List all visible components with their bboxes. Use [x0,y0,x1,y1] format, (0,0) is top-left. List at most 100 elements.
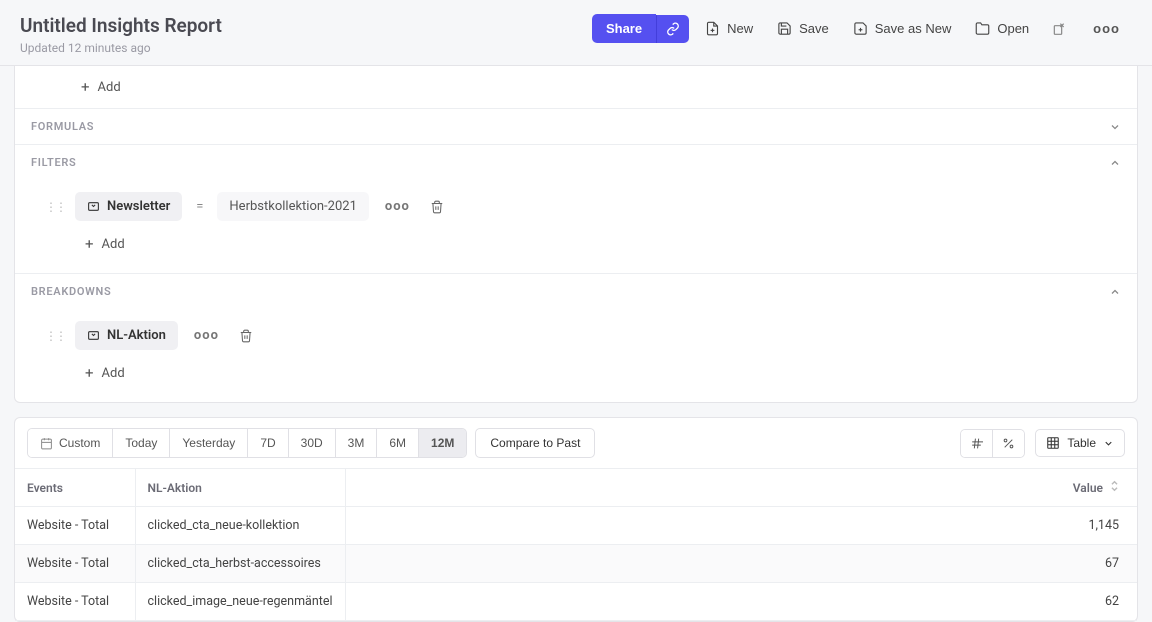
breakdown-delete-button[interactable] [235,325,257,347]
breakdowns-section-header[interactable]: Breakdowns [15,273,1137,309]
view-controls: Table [960,429,1125,458]
top-bar-left: Untitled Insights Report Updated 12 minu… [20,14,222,55]
reset-button[interactable] [1045,15,1073,43]
drag-handle-icon[interactable]: ⋮⋮ [45,200,65,214]
save-button[interactable]: Save [769,15,837,42]
yesterday-button[interactable]: Yesterday [170,429,248,457]
new-button[interactable]: New [697,15,761,42]
add-breakdown-row[interactable]: + Add [45,356,1121,390]
column-header-events[interactable]: Events [15,469,135,507]
filters-section-header[interactable]: Filters [15,144,1137,180]
query-panel: + Add Formulas Filters ⋮⋮ Newsletter = H… [14,66,1138,403]
more-menu-button[interactable]: ooo [1081,15,1132,42]
top-bar: Untitled Insights Report Updated 12 minu… [0,0,1152,66]
thirty-d-button[interactable]: 30D [289,429,336,457]
breakdown-row: ⋮⋮ NL-Aktion ooo [45,315,1121,356]
percent-icon [1002,437,1015,450]
results-table: Events NL-Aktion Value Website - Total c… [15,469,1137,621]
chevron-down-icon[interactable] [1109,121,1121,133]
value-label: Value [1073,481,1103,495]
drag-handle-icon[interactable]: ⋮⋮ [45,329,65,343]
page-title[interactable]: Untitled Insights Report [20,14,222,37]
add-filter-row[interactable]: + Add [45,227,1121,261]
breakdown-property-pill[interactable]: NL-Aktion [75,321,178,350]
results-toolbar: Custom Today Yesterday 7D 30D 3M 6M 12M … [15,418,1137,469]
time-segmented-control: Custom Today Yesterday 7D 30D 3M 6M 12M [27,428,467,458]
filter-row: ⋮⋮ Newsletter = Herbstkollektion-2021 oo… [45,186,1121,227]
chevron-down-icon [1103,438,1114,449]
cell-event: Website - Total [15,583,135,621]
hash-icon [970,437,983,450]
filter-more-menu[interactable]: ooo [379,195,416,218]
plus-icon: + [85,235,94,253]
trash-icon [239,329,253,343]
table-row[interactable]: Website - Total clicked_cta_neue-kollekt… [15,507,1137,545]
cell-event: Website - Total [15,545,135,583]
breakdowns-section-body: ⋮⋮ NL-Aktion ooo + Add [15,309,1137,402]
save-as-new-label: Save as New [875,21,952,36]
percent-format-button[interactable] [993,430,1024,457]
share-button[interactable]: Share [592,14,656,43]
save-label: Save [799,21,829,36]
filter-property-pill[interactable]: Newsletter [75,192,182,221]
view-type-label: Table [1067,436,1096,450]
cell-value: 1,145 [345,507,1137,545]
filter-operator[interactable]: = [192,199,207,214]
three-m-button[interactable]: 3M [336,429,378,457]
tag-icon [87,200,100,213]
column-header-value[interactable]: Value [345,469,1137,507]
twelve-m-button[interactable]: 12M [419,429,466,457]
results-panel: Custom Today Yesterday 7D 30D 3M 6M 12M … [14,417,1138,622]
table-icon [1046,436,1060,450]
trash-icon [430,200,444,214]
column-header-nl-aktion[interactable]: NL-Aktion [135,469,345,507]
add-label: Add [98,80,121,95]
copy-link-button[interactable] [656,15,689,43]
open-label: Open [997,21,1029,36]
table-row[interactable]: Website - Total clicked_image_neue-regen… [15,583,1137,621]
plus-icon: + [85,364,94,382]
reset-icon [1051,21,1067,37]
updated-time: Updated 12 minutes ago [20,41,222,55]
formulas-title: Formulas [31,120,94,133]
save-new-icon [853,21,868,36]
plus-icon: + [81,78,90,96]
filter-property-label: Newsletter [107,199,170,214]
link-icon [666,22,680,36]
breakdown-more-menu[interactable]: ooo [188,324,225,347]
calendar-icon [40,437,53,450]
share-group: Share [592,14,689,43]
chevron-up-icon[interactable] [1109,286,1121,298]
cell-value: 62 [345,583,1137,621]
today-button[interactable]: Today [113,429,170,457]
filter-delete-button[interactable] [426,196,448,218]
custom-range-button[interactable]: Custom [28,429,113,457]
formulas-section-header[interactable]: Formulas [15,108,1137,144]
cell-value: 67 [345,545,1137,583]
add-metric-row[interactable]: + Add [15,66,1137,108]
new-label: New [727,21,753,36]
breakdown-property-label: NL-Aktion [107,328,166,343]
save-as-new-button[interactable]: Save as New [845,15,960,42]
seven-d-button[interactable]: 7D [248,429,288,457]
add-label: Add [102,237,125,252]
cell-nl-aktion: clicked_cta_neue-kollektion [135,507,345,545]
chevron-up-icon[interactable] [1109,157,1121,169]
file-plus-icon [705,21,720,36]
table-row[interactable]: Website - Total clicked_cta_herbst-acces… [15,545,1137,583]
custom-label: Custom [59,436,100,450]
filters-section-body: ⋮⋮ Newsletter = Herbstkollektion-2021 oo… [15,180,1137,273]
breakdowns-title: Breakdowns [31,285,111,298]
number-format-button[interactable] [961,430,993,457]
number-format-group [960,429,1025,458]
six-m-button[interactable]: 6M [377,429,419,457]
filter-value-pill[interactable]: Herbstkollektion-2021 [217,192,368,221]
open-button[interactable]: Open [967,15,1037,42]
folder-icon [975,21,990,36]
cell-nl-aktion: clicked_cta_herbst-accessoires [135,545,345,583]
more-horizontal-icon: ooo [1087,17,1126,40]
view-type-dropdown[interactable]: Table [1035,429,1125,457]
compare-to-past-button[interactable]: Compare to Past [475,428,595,458]
time-range-group: Custom Today Yesterday 7D 30D 3M 6M 12M … [27,428,595,458]
save-icon [777,21,792,36]
